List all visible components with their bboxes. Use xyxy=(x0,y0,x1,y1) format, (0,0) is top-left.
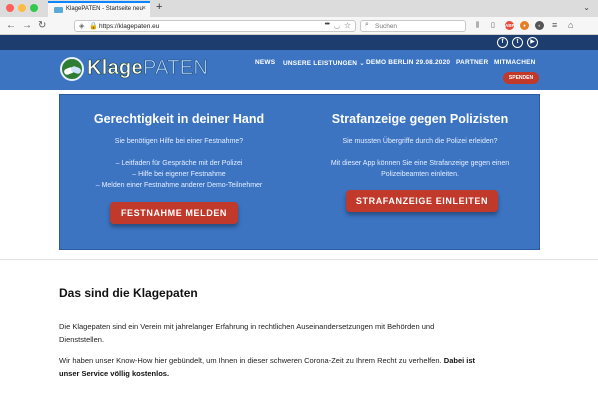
hero-left-list-item: – Leitfaden für Gespräche mit der Polize… xyxy=(115,160,243,167)
hero-right-subtitle: Sie mussten Übergriffe durch die Polizei… xyxy=(342,138,498,145)
url-bar[interactable]: ◈ 🔒 https://klagepaten.eu ••• ◡ ☆ xyxy=(74,20,356,32)
browser-tab[interactable]: KlagePATEN - Startseite neu × xyxy=(48,1,150,17)
close-window-button[interactable] xyxy=(6,4,14,12)
hero-left-list-item: – Hilfe bei eigener Festnahme xyxy=(132,171,226,178)
festnahme-melden-button[interactable]: FESTNAHME MELDEN xyxy=(110,202,238,224)
browser-tabbar: KlagePATEN - Startseite neu × + ⌄ xyxy=(0,0,598,17)
tab-close-icon[interactable]: × xyxy=(142,5,146,12)
paragraph: Die Klagepaten sind ein Verein mit jahre… xyxy=(59,322,435,344)
site-logo[interactable]: KlagePATEN xyxy=(87,57,208,80)
shield-icon[interactable]: ◈ xyxy=(79,22,84,30)
new-tab-button[interactable]: + xyxy=(156,1,162,13)
star-icon[interactable]: ☆ xyxy=(344,21,351,30)
reload-icon[interactable]: ↻ xyxy=(38,20,46,32)
library-icon[interactable]: ⫼ xyxy=(476,21,479,30)
maximize-window-button[interactable] xyxy=(30,4,38,12)
section-title: Das sind die Klagepaten xyxy=(59,286,198,300)
pocket-icon[interactable]: ◡ xyxy=(334,22,340,30)
donate-button[interactable]: SPENDEN xyxy=(503,72,539,84)
hero-right-text: Mit dieser App können Sie eine Strafanze… xyxy=(330,160,510,167)
minimize-window-button[interactable] xyxy=(18,4,26,12)
search-placeholder: Suchen xyxy=(375,22,398,30)
tab-title: KlagePATEN - Startseite neu xyxy=(66,6,143,12)
adblock-icon[interactable]: ABP xyxy=(505,21,515,30)
nav-partner[interactable]: PARTNER xyxy=(456,59,488,66)
nav-demo-berlin[interactable]: DEMO BERLIN 29.08.2020 xyxy=(366,59,450,66)
paragraph: Wir haben unser Know-How hier gebündelt,… xyxy=(59,356,476,378)
logo-handshake-icon[interactable] xyxy=(60,57,84,81)
browser-toolbar: ← → ↻ ◈ 🔒 https://klagepaten.eu ••• ◡ ☆ … xyxy=(0,17,598,35)
lock-icon[interactable]: 🔒 xyxy=(89,22,98,30)
twitter-icon[interactable]: t xyxy=(512,37,523,48)
hero-left-subtitle: Sie benötigen Hilfe bei einer Festnahme? xyxy=(114,138,244,145)
hero-right-title: Strafanzeige gegen Polizisten xyxy=(331,112,509,126)
search-field[interactable]: ⌕ Suchen xyxy=(360,20,466,32)
back-icon[interactable]: ← xyxy=(6,20,16,32)
menu-icon[interactable]: ≡ xyxy=(552,21,557,30)
url-text[interactable]: https://klagepaten.eu xyxy=(99,23,159,30)
forward-icon[interactable]: → xyxy=(22,20,32,32)
sidebar-icon[interactable]: ▯ xyxy=(491,21,495,30)
page-actions-icon[interactable]: ••• xyxy=(325,21,330,28)
hero-right-text: Polizeibeamten einleiten. xyxy=(381,171,459,178)
nav-news[interactable]: NEWS xyxy=(255,59,275,66)
extension-icon[interactable]: ◐ xyxy=(535,21,544,30)
social-strip: f t ▶ xyxy=(0,35,598,50)
home-icon[interactable]: ⌂ xyxy=(568,21,573,30)
strafanzeige-einleiten-button[interactable]: STRAFANZEIGE EINLEITEN xyxy=(346,190,498,212)
search-icon: ⌕ xyxy=(365,21,369,28)
nav-mitmachen[interactable]: MITMACHEN xyxy=(494,59,536,66)
favicon-icon xyxy=(54,7,63,13)
youtube-icon[interactable]: ▶ xyxy=(527,37,538,48)
extension-icon[interactable]: ● xyxy=(520,21,529,30)
facebook-icon[interactable]: f xyxy=(497,37,508,48)
hero-left-list-item: – Melden einer Festnahme anderer Demo-Te… xyxy=(95,182,263,189)
tab-overflow-chevron-icon[interactable]: ⌄ xyxy=(583,3,590,12)
nav-unsere-leistungen[interactable]: UNSERE LEISTUNGEN ⌄ xyxy=(283,59,365,67)
hero-left-title: Gerechtigkeit in deiner Hand xyxy=(93,112,265,126)
